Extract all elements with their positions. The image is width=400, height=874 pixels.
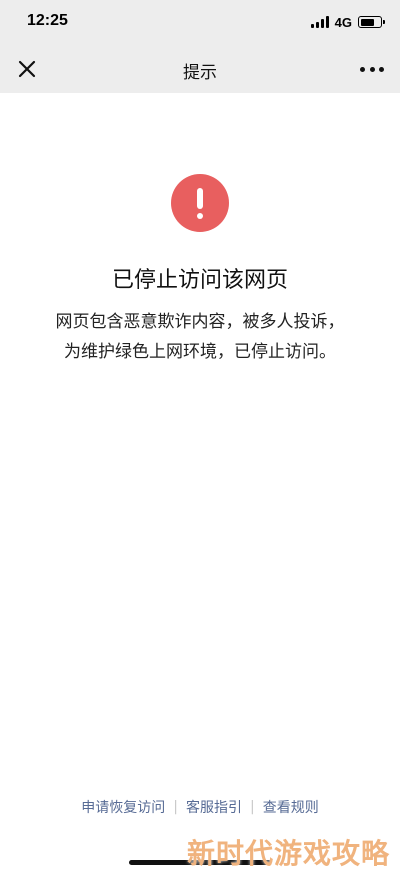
battery-icon	[358, 16, 385, 28]
blocked-title: 已停止访问该网页	[111, 268, 288, 293]
view-rules-link[interactable]: 查看规则	[259, 797, 323, 817]
status-bar: 12:25 4G	[0, 0, 400, 44]
separator: |	[173, 799, 178, 815]
request-restore-link[interactable]: 申请恢复访问	[77, 797, 169, 817]
nav-bar: 提示	[0, 44, 400, 93]
blocked-description-line1: 网页包含恶意欺诈内容，被多人投诉，	[55, 312, 345, 332]
customer-service-link[interactable]: 客服指引	[182, 797, 246, 817]
page-title: 提示	[183, 63, 217, 83]
more-icon[interactable]	[360, 58, 384, 80]
network-label: 4G	[334, 14, 352, 30]
footer-links: 申请恢复访问 | 客服指引 | 查看规则	[0, 797, 400, 817]
blocked-description-line2: 为维护绿色上网环境，已停止访问。	[64, 342, 336, 362]
battery-fill	[360, 18, 374, 26]
status-indicators: 4G	[310, 14, 385, 30]
exclamation-icon	[171, 174, 229, 232]
status-time: 12:25	[27, 12, 68, 29]
separator: |	[250, 799, 255, 815]
signal-icon	[310, 16, 329, 28]
watermark: 新时代游戏攻略	[186, 837, 390, 870]
